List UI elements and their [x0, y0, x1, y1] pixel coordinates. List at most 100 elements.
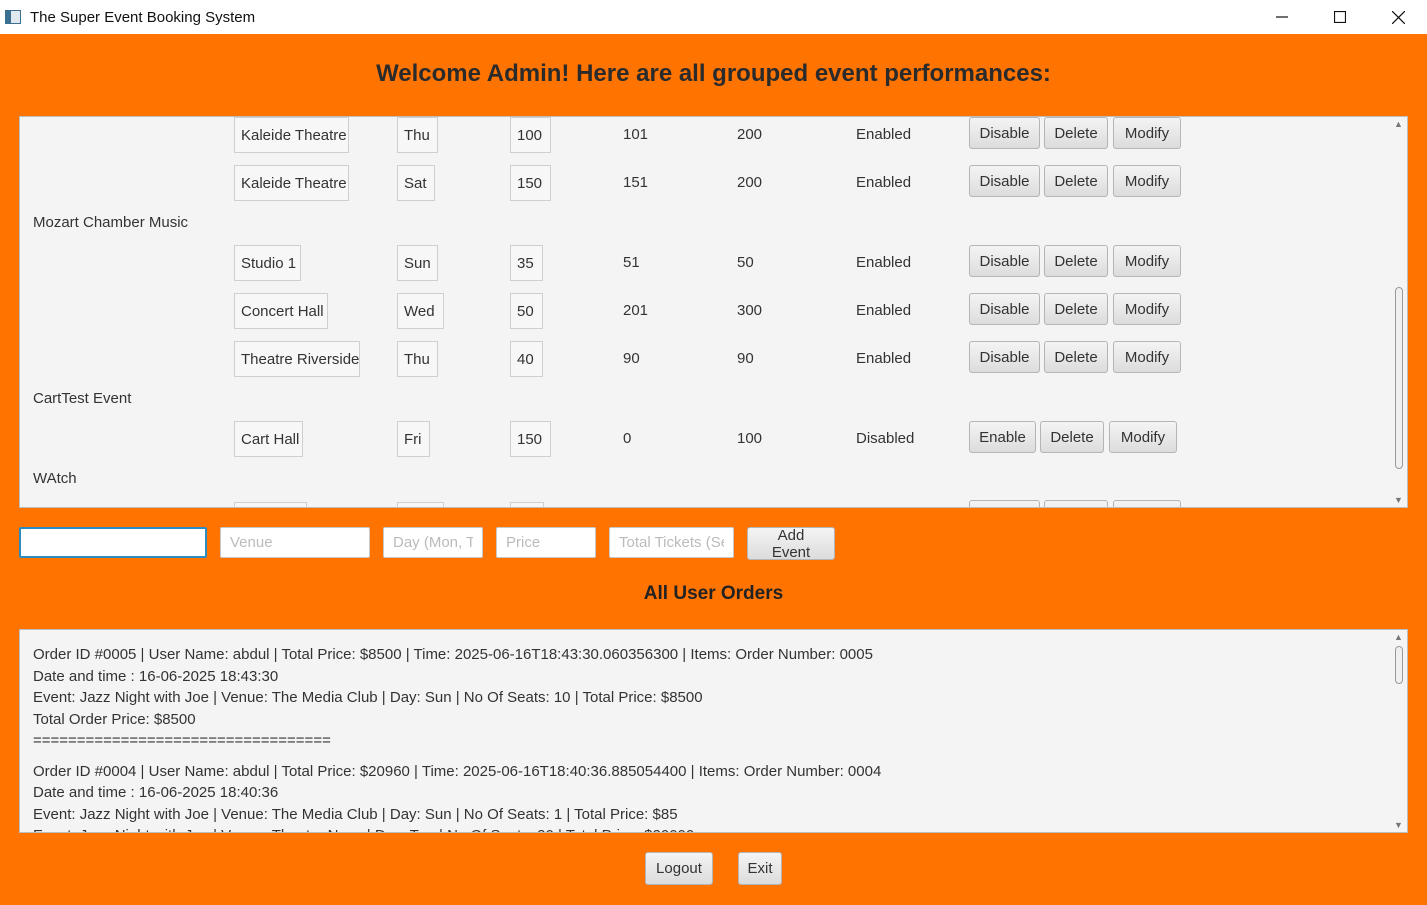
app-icon — [5, 10, 21, 24]
enable-button[interactable]: Enable — [969, 421, 1036, 453]
price-field: 40 — [510, 341, 543, 377]
maximize-icon[interactable] — [1311, 0, 1369, 34]
disable-button[interactable]: Disable — [969, 245, 1040, 277]
total-tickets: 100 — [737, 430, 763, 447]
total-tickets: 50 — [737, 254, 754, 271]
venue-field: Theatre Riverside — [234, 341, 360, 377]
disable-button[interactable]: Disable — [969, 293, 1040, 325]
day-field: Thu — [397, 117, 438, 153]
tickets-sold: 90 — [623, 350, 640, 367]
partial-button[interactable] — [1044, 500, 1108, 507]
order-line: Date and time : 16-06-2025 18:43:30 — [33, 667, 279, 685]
exit-button[interactable]: Exit — [738, 852, 782, 885]
total-tickets: 300 — [737, 302, 763, 319]
delete-button[interactable]: Delete — [1044, 293, 1108, 325]
price-field: 100 — [510, 117, 551, 153]
scroll-up-icon[interactable]: ▲ — [1390, 630, 1407, 644]
modify-button[interactable]: Modify — [1113, 341, 1181, 373]
disable-button[interactable]: Disable — [969, 117, 1040, 149]
price-field: 35 — [510, 245, 543, 281]
minimize-icon[interactable] — [1253, 0, 1311, 34]
delete-button[interactable]: Delete — [1044, 245, 1108, 277]
modify-button[interactable]: Modify — [1113, 245, 1181, 277]
partial-button[interactable] — [1113, 500, 1181, 507]
scroll-down-icon[interactable]: ▼ — [1390, 493, 1407, 507]
event-performance-list[interactable]: Kaleide Theatre Thu 100 101 200 Enabled … — [19, 116, 1408, 508]
total-tickets: 200 — [737, 174, 763, 191]
window-title: The Super Event Booking System — [30, 8, 256, 26]
venue-field: Kaleide Theatre — [234, 165, 349, 201]
add-event-button[interactable]: Add Event — [747, 527, 835, 561]
venue-field: Studio 1 — [234, 245, 301, 281]
tickets-sold: 101 — [623, 126, 649, 143]
delete-button[interactable]: Delete — [1044, 117, 1108, 149]
order-line: Total Order Price: $8500 — [33, 710, 196, 728]
logout-button[interactable]: Logout — [645, 852, 713, 885]
status-label: Enabled — [856, 126, 912, 143]
delete-button[interactable]: Delete — [1044, 165, 1108, 197]
scroll-thumb[interactable] — [1395, 646, 1403, 684]
orders-title: All User Orders — [643, 583, 784, 604]
status-label: Disabled — [856, 430, 915, 447]
price-input[interactable] — [496, 527, 596, 558]
modify-button[interactable]: Modify — [1113, 165, 1181, 197]
orders-text-area[interactable]: Order ID #0005 | User Name: abdul | Tota… — [19, 629, 1408, 833]
scroll-down-icon[interactable]: ▼ — [1390, 818, 1407, 832]
page-title: Welcome Admin! Here are all grouped even… — [376, 60, 1051, 87]
venue-input[interactable] — [220, 527, 370, 558]
delete-button[interactable]: Delete — [1044, 341, 1108, 373]
day-field: Sun — [397, 245, 438, 281]
order-line: Event: Jazz Night with Joe | Venue: The … — [33, 689, 703, 706]
orders-content: Order ID #0005 | User Name: abdul | Tota… — [33, 644, 1383, 832]
order-line: Event: Jazz Night with Joe | Venue: Thea… — [33, 825, 1383, 832]
status-label: Enabled — [856, 350, 912, 367]
modify-button[interactable]: Modify — [1113, 117, 1181, 149]
event-name-input[interactable] — [19, 527, 207, 558]
total-tickets-input[interactable] — [609, 527, 734, 558]
partial-button[interactable] — [969, 500, 1040, 507]
day-field: Wed — [397, 293, 444, 329]
order-line: Order ID #0005 | User Name: abdul | Tota… — [33, 646, 873, 663]
venue-field: Kaleide Theatre — [234, 117, 349, 153]
price-box-partial — [510, 502, 544, 507]
price-field: 150 — [510, 165, 551, 201]
order-line: ================================== — [33, 732, 331, 749]
scroll-thumb[interactable] — [1395, 287, 1403, 469]
modify-button[interactable]: Modify — [1113, 293, 1181, 325]
venue-field: Cart Hall — [234, 421, 303, 457]
status-label: Enabled — [856, 302, 912, 319]
day-box-partial — [397, 502, 444, 507]
day-field: Thu — [397, 341, 438, 377]
event-name: CartTest Event — [33, 390, 132, 407]
status-label: Enabled — [856, 174, 912, 191]
scroll-up-icon[interactable]: ▲ — [1390, 117, 1407, 131]
event-name: Mozart Chamber Music — [33, 214, 189, 231]
disable-button[interactable]: Disable — [969, 165, 1040, 197]
order-line: Order ID #0004 | User Name: abdul | Tota… — [33, 762, 882, 780]
status-label: Enabled — [856, 254, 912, 271]
total-tickets: 90 — [737, 350, 754, 367]
day-input[interactable] — [383, 527, 483, 558]
venue-field: Concert Hall — [234, 293, 328, 329]
tickets-sold: 51 — [623, 254, 640, 271]
delete-button[interactable]: Delete — [1040, 421, 1104, 453]
order-line: Event: Jazz Night with Joe | Venue: The … — [33, 805, 678, 823]
venue-box-partial — [234, 502, 307, 507]
tickets-sold: 201 — [623, 302, 649, 319]
price-field: 50 — [510, 293, 543, 329]
title-bar: The Super Event Booking System — [0, 0, 1427, 34]
day-field: Sat — [397, 165, 435, 201]
price-field: 150 — [510, 421, 551, 457]
event-name: WAtch — [33, 470, 77, 487]
window-controls — [1253, 0, 1427, 34]
tickets-sold: 0 — [623, 430, 632, 447]
total-tickets: 200 — [737, 126, 763, 143]
disable-button[interactable]: Disable — [969, 341, 1040, 373]
modify-button[interactable]: Modify — [1109, 421, 1177, 453]
orders-scrollbar[interactable]: ▲ ▼ — [1390, 630, 1407, 832]
day-field: Fri — [397, 421, 430, 457]
events-scrollbar[interactable]: ▲ ▼ — [1390, 117, 1407, 507]
tickets-sold: 151 — [623, 174, 649, 191]
close-icon[interactable] — [1369, 0, 1427, 34]
order-line: Date and time : 16-06-2025 18:40:36 — [33, 784, 279, 801]
